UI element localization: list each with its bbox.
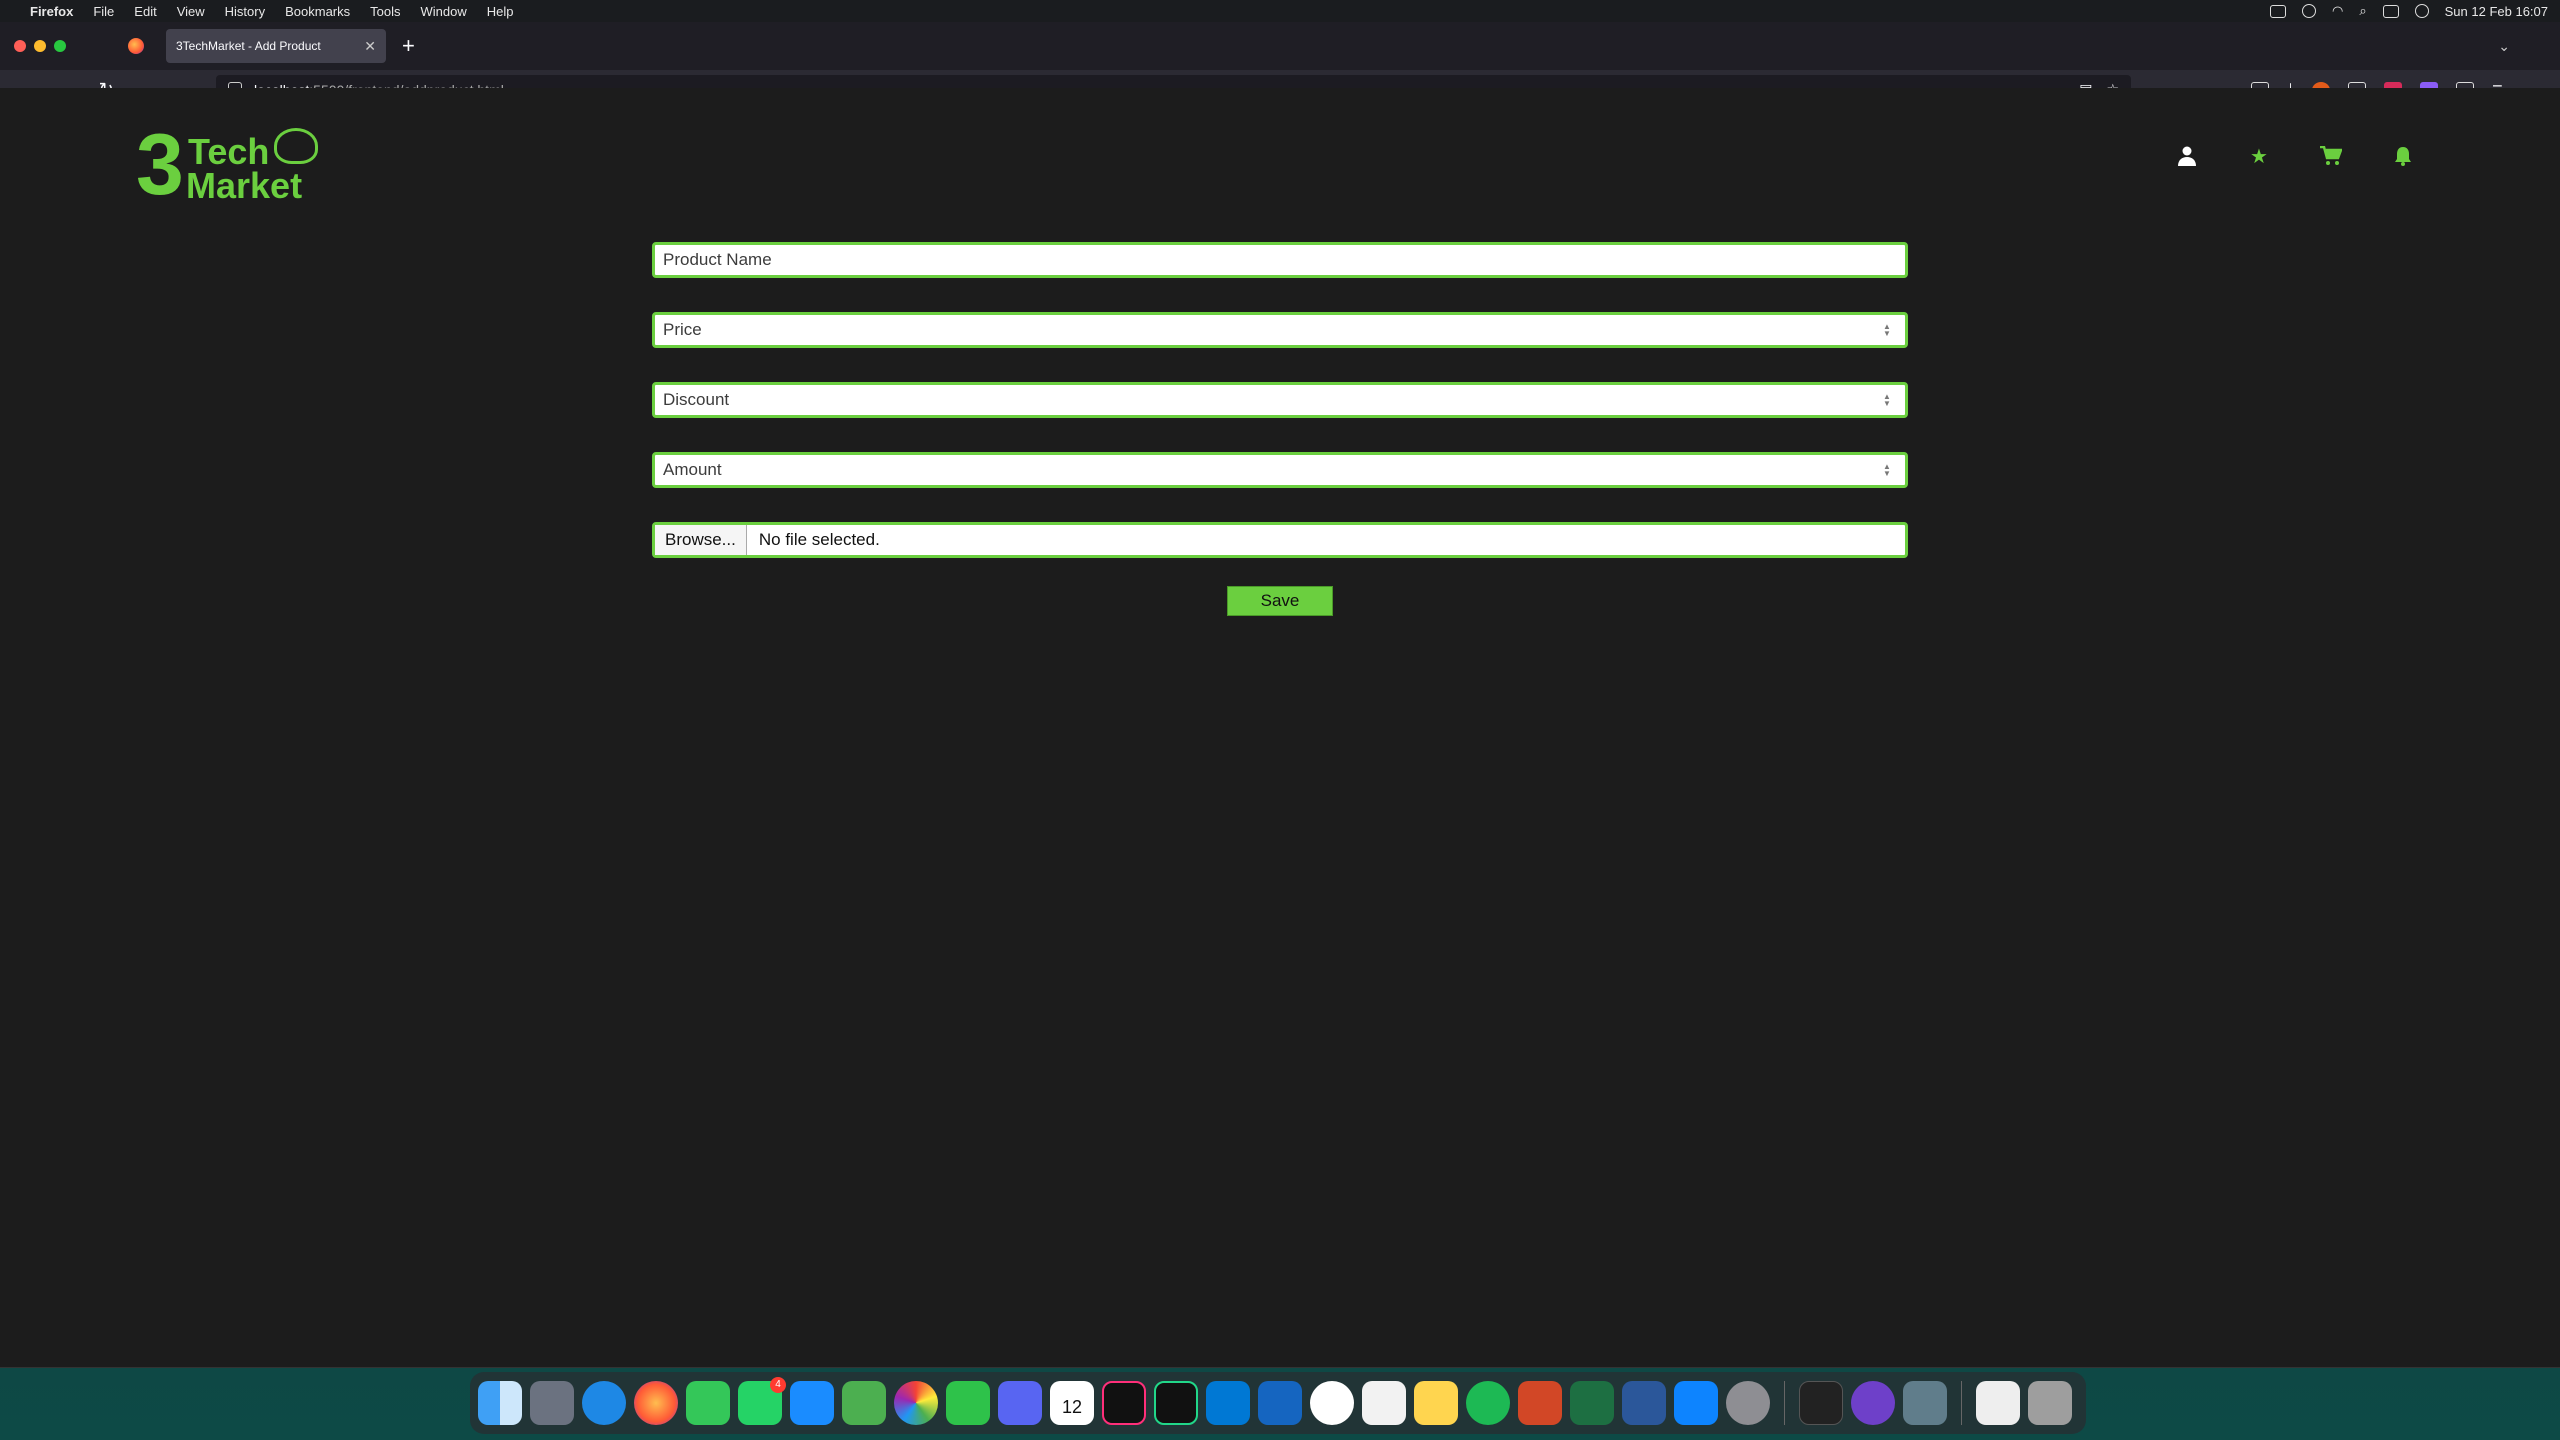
user-icon[interactable]	[2176, 146, 2198, 168]
browse-button[interactable]: Browse...	[655, 525, 747, 555]
dock-separator	[1784, 1381, 1785, 1425]
tab-bar: 3TechMarket - Add Product ✕ + ⌄	[0, 22, 2560, 70]
menu-app-firefox[interactable]: Firefox	[30, 4, 73, 19]
menu-bookmarks[interactable]: Bookmarks	[285, 4, 350, 19]
downloads-stack-icon[interactable]	[1976, 1381, 2020, 1425]
minimize-window-button[interactable]	[34, 40, 46, 52]
close-window-button[interactable]	[14, 40, 26, 52]
siri-icon[interactable]	[2414, 4, 2429, 18]
notification-bell-icon[interactable]	[2392, 146, 2414, 168]
pycharm-icon[interactable]	[1154, 1381, 1198, 1425]
whatsapp-badge: 4	[770, 1377, 786, 1393]
price-placeholder: Price	[663, 320, 702, 339]
amount-stepper-icon[interactable]: ▲ ▼	[1881, 462, 1893, 478]
safari-icon[interactable]	[582, 1381, 626, 1425]
menubar-status-area: ◠ ⌕ Sun 12 Feb 16:07	[2270, 3, 2548, 19]
image-file-input[interactable]: Browse... No file selected.	[652, 522, 1908, 558]
logo-mascot-icon	[274, 128, 318, 164]
activity-monitor-icon[interactable]	[1799, 1381, 1843, 1425]
amount-input[interactable]: Amount ▲ ▼	[652, 452, 1908, 488]
play-icon[interactable]	[2302, 4, 2317, 18]
save-row: Save	[652, 586, 1908, 616]
list-all-tabs-icon[interactable]: ⌄	[2498, 38, 2510, 55]
discount-input[interactable]: Discount ▲ ▼	[652, 382, 1908, 418]
close-tab-icon[interactable]: ✕	[364, 38, 376, 55]
discord-icon[interactable]	[998, 1381, 1042, 1425]
favorites-star-icon[interactable]: ★	[2248, 146, 2270, 168]
macos-menubar: Firefox File Edit View History Bookmarks…	[0, 0, 2560, 22]
firefox-icon[interactable]	[634, 1381, 678, 1425]
screen-mirroring-icon[interactable]	[2270, 4, 2287, 18]
spotify-icon[interactable]	[1466, 1381, 1510, 1425]
xcode-icon[interactable]	[1258, 1381, 1302, 1425]
window-controls	[14, 40, 66, 52]
add-product-form: Product Name Price ▲ ▼ Discount ▲ ▼ Amount…	[652, 242, 1908, 616]
notes-icon[interactable]	[1414, 1381, 1458, 1425]
tab-title: 3TechMarket - Add Product	[176, 39, 321, 53]
firefox-view-icon[interactable]	[128, 38, 144, 54]
file-status-text: No file selected.	[758, 530, 880, 549]
whatsapp-icon[interactable]: 4	[738, 1377, 786, 1425]
save-button[interactable]: Save	[1227, 586, 1333, 616]
spotlight-search-icon[interactable]: ⌕	[2359, 3, 2366, 19]
fullscreen-window-button[interactable]	[54, 40, 66, 52]
menu-view[interactable]: View	[177, 4, 205, 19]
product-name-placeholder: Product Name	[663, 250, 772, 269]
menu-tools[interactable]: Tools	[370, 4, 400, 19]
product-name-input[interactable]: Product Name	[652, 242, 1908, 278]
photos-icon[interactable]	[894, 1381, 938, 1425]
discount-stepper-icon[interactable]: ▲ ▼	[1881, 392, 1893, 408]
price-input[interactable]: Price ▲ ▼	[652, 312, 1908, 348]
preview-icon[interactable]	[1903, 1381, 1947, 1425]
word-icon[interactable]	[1622, 1381, 1666, 1425]
github-desktop-icon[interactable]	[1851, 1381, 1895, 1425]
calendar-icon[interactable]: 12	[1050, 1381, 1094, 1425]
discount-placeholder: Discount	[663, 390, 730, 409]
header-actions: ★	[2176, 145, 2414, 168]
control-center-icon[interactable]	[2382, 4, 2399, 18]
app-store-ish-icon[interactable]	[1310, 1381, 1354, 1425]
intellij-icon[interactable]	[1102, 1381, 1146, 1425]
maps-icon[interactable]	[842, 1381, 886, 1425]
dock-separator-2	[1961, 1381, 1962, 1425]
cart-icon[interactable]	[2320, 145, 2343, 168]
wifi-icon[interactable]: ◠	[2332, 3, 2343, 19]
app-store-icon[interactable]	[1674, 1381, 1718, 1425]
logo-word-market: Market	[186, 165, 303, 206]
powerpoint-icon[interactable]	[1518, 1381, 1562, 1425]
price-stepper-icon[interactable]: ▲ ▼	[1881, 322, 1893, 338]
amount-placeholder: Amount	[663, 460, 722, 479]
menu-edit[interactable]: Edit	[134, 4, 156, 19]
vscode-icon[interactable]	[1206, 1381, 1250, 1425]
menu-window[interactable]: Window	[421, 4, 467, 19]
menu-history[interactable]: History	[225, 4, 265, 19]
launchpad-icon[interactable]	[530, 1381, 574, 1425]
macos-dock: 4 12	[470, 1372, 2086, 1434]
menubar-clock[interactable]: Sun 12 Feb 16:07	[2445, 4, 2548, 19]
messages-icon[interactable]	[686, 1381, 730, 1425]
facetime-icon[interactable]	[946, 1381, 990, 1425]
logo-number: 3	[136, 117, 184, 213]
menu-help[interactable]: Help	[487, 4, 514, 19]
reminders-icon[interactable]	[1362, 1381, 1406, 1425]
trash-icon[interactable]	[2028, 1381, 2072, 1425]
site-logo[interactable]: 3 Tech Market	[136, 122, 326, 212]
tab-add-product[interactable]: 3TechMarket - Add Product ✕	[166, 29, 386, 63]
excel-icon[interactable]	[1570, 1381, 1614, 1425]
finder-icon[interactable]	[478, 1381, 522, 1425]
new-tab-icon[interactable]: +	[402, 33, 415, 59]
system-settings-icon[interactable]	[1726, 1381, 1770, 1425]
menu-file[interactable]: File	[93, 4, 114, 19]
mail-icon[interactable]	[790, 1381, 834, 1425]
web-page: 3 Tech Market ★ Product Name Price ▲ ▼ Di…	[0, 88, 2560, 1346]
